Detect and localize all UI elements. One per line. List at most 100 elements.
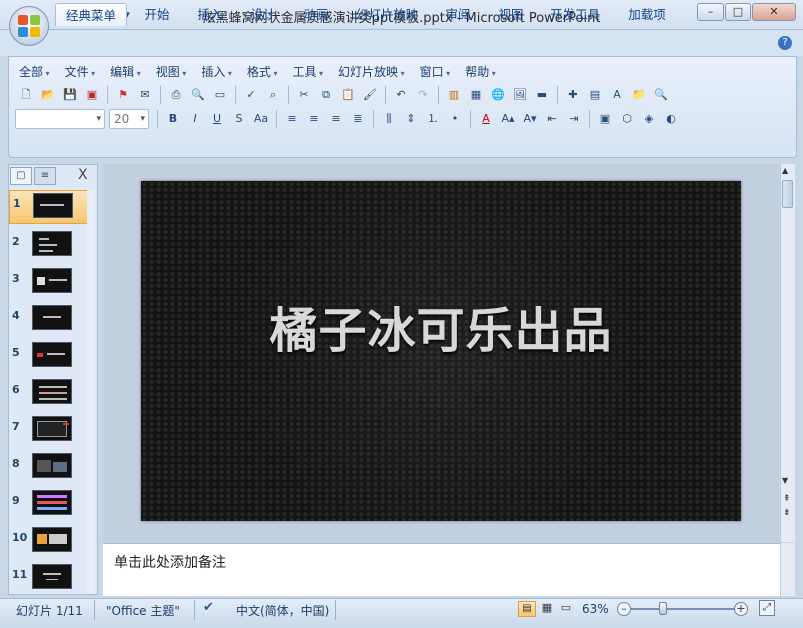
slide-thumbnail[interactable]: 2 [9,229,89,263]
font-size-combo[interactable]: 20 [109,109,149,129]
notes-scrollbar[interactable] [780,543,795,596]
zoom-slider-track[interactable] [630,608,738,610]
menu-file[interactable]: 文件 [58,63,104,81]
slide-thumbnail[interactable]: 9 [9,488,89,522]
justify-icon[interactable]: ≣ [349,110,367,128]
spell-check-icon[interactable]: ✔ [203,600,214,615]
change-case-icon[interactable]: Aa [252,110,270,128]
tab-view[interactable]: 视图 [489,3,533,26]
email-icon[interactable]: ✉ [136,86,154,104]
tab-home[interactable]: 开始 [135,3,179,26]
menu-slideshow[interactable]: 幻灯片放映 [331,63,413,81]
slide-thumbnail[interactable]: 1 [9,190,89,224]
vertical-scrollbar[interactable] [780,164,795,542]
tab-addins[interactable]: 加载项 [617,3,677,26]
tab-review[interactable]: 审阅 [436,3,480,26]
undo-icon[interactable]: ↶ [392,86,410,104]
scroll-down-icon[interactable]: ▼ [782,476,788,485]
hyperlink-icon[interactable]: 🌐 [489,86,507,104]
zoom-in-icon[interactable]: + [734,602,748,616]
research-icon[interactable]: ⌕ [264,86,282,104]
menu-view[interactable]: 视图 [149,63,195,81]
table-icon[interactable]: ▦ [467,86,485,104]
font-name-combo[interactable] [15,109,105,129]
help-icon[interactable]: ? [778,36,792,50]
fit-to-window-icon[interactable]: ⤢ [759,600,775,616]
menu-window[interactable]: 窗口 [413,63,459,81]
italic-icon[interactable]: I [186,110,204,128]
notes-pane[interactable]: 单击此处添加备注 [103,543,780,596]
menu-insert[interactable]: 插入 [194,63,240,81]
bullets-icon[interactable]: • [446,110,464,128]
format-painter-icon[interactable]: 🖌 [361,86,379,104]
print-icon[interactable]: ⎙ [167,86,185,104]
tab-classic-menu[interactable]: 经典菜单 [55,3,127,26]
spelling-icon[interactable]: ✓ [242,86,260,104]
close-icon[interactable]: ✕ [752,3,796,21]
underline-icon[interactable]: U [208,110,226,128]
menu-edit[interactable]: 编辑 [103,63,149,81]
permission-icon[interactable]: ⚑ [114,86,132,104]
print-preview-icon[interactable]: 🔍 [189,86,207,104]
slides-pane-scrollbar[interactable] [87,190,95,593]
increase-indent-icon[interactable]: ⇥ [565,110,583,128]
numbering-icon[interactable]: ⒈ [424,110,442,128]
new-slide-icon[interactable]: ✚ [564,86,582,104]
sorter-view-icon[interactable]: ▦ [538,601,556,617]
tab-design[interactable]: 设计 [241,3,285,26]
layout-icon[interactable]: ▭ [211,86,229,104]
slide[interactable]: 橘子冰可乐出品 [141,181,741,521]
slide-thumbnail[interactable]: 10 [9,525,89,559]
slide-thumbnail[interactable]: 4 [9,303,89,337]
shape-effects-icon[interactable]: ◐ [662,110,680,128]
arrange-icon[interactable]: ▣ [596,110,614,128]
zoom-icon[interactable]: 🔍 [652,86,670,104]
grow-font-icon[interactable]: A▴ [499,110,517,128]
new-icon[interactable]: 🗋 [17,86,35,104]
maximize-icon[interactable]: □ [725,3,751,21]
slide-layout-icon[interactable]: ▤ [586,86,604,104]
menu-format[interactable]: 格式 [240,63,286,81]
bold-icon[interactable]: B [164,110,182,128]
columns-icon[interactable]: ⫼ [380,110,398,128]
next-slide-icon[interactable]: ⇟ [783,508,791,518]
tab-animation[interactable]: 动画 [294,3,338,26]
cut-icon[interactable]: ✂ [295,86,313,104]
align-left-icon[interactable]: ≡ [283,110,301,128]
zoom-slider-knob[interactable] [659,602,667,615]
color-grayscale-icon[interactable]: ▬ [533,86,551,104]
slide-thumbnail[interactable]: 3 [9,266,89,300]
align-right-icon[interactable]: ≡ [327,110,345,128]
slides-tab-icon[interactable]: ▢ [10,167,32,185]
tab-developer[interactable]: 开发工具 [542,3,608,26]
menu-tools[interactable]: 工具 [285,63,331,81]
scroll-thumb[interactable] [782,180,793,208]
text-direction-icon[interactable]: ⇕ [402,110,420,128]
slide-thumbnail[interactable]: 5 [9,340,89,374]
previous-slide-icon[interactable]: ⇞ [783,494,791,504]
tab-insert[interactable]: 插入 [188,3,232,26]
minimize-icon[interactable]: – [697,3,724,21]
normal-view-icon[interactable]: ▤ [518,601,536,617]
zoom-level[interactable]: 63% [582,602,609,616]
copy-icon[interactable]: ⧉ [317,86,335,104]
align-center-icon[interactable]: ≡ [305,110,323,128]
zoom-out-icon[interactable]: – [617,602,631,616]
slide-thumbnail[interactable]: 8 [9,451,89,485]
office-button[interactable] [9,6,49,46]
scroll-up-icon[interactable]: ▲ [782,166,788,175]
shapes-icon[interactable]: ⬡ [618,110,636,128]
slideshow-view-icon[interactable]: ▭ [557,601,575,617]
slide-thumbnail[interactable]: 11 [9,562,89,596]
tab-slideshow[interactable]: 幻灯片放映 [347,3,427,26]
textbox-icon[interactable]: A [608,86,626,104]
pdf-icon[interactable]: ▣ [83,86,101,104]
shrink-font-icon[interactable]: A▾ [521,110,539,128]
shadow-icon[interactable]: S [230,110,248,128]
chart-icon[interactable]: ▥ [445,86,463,104]
redo-icon[interactable]: ↷ [414,86,432,104]
save-icon[interactable]: 💾 [61,86,79,104]
paste-icon[interactable]: 📋 [339,86,357,104]
menu-help[interactable]: 帮助 [458,63,504,81]
menu-all[interactable]: 全部 [12,63,58,81]
